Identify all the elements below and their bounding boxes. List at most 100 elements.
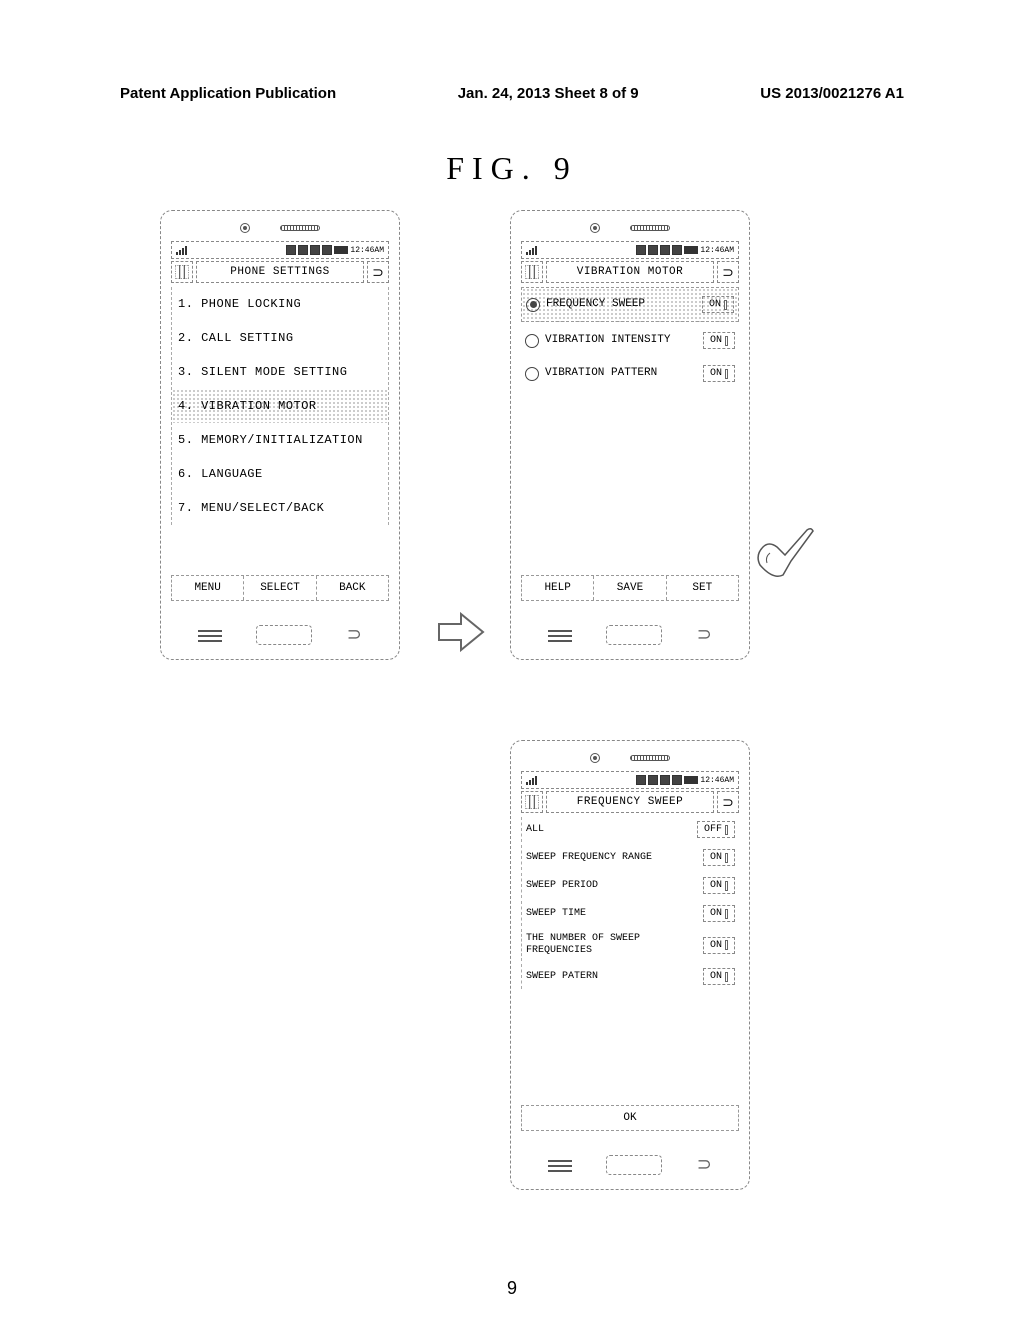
hw-home-button[interactable] (256, 625, 312, 645)
toggle-on[interactable]: ON (703, 905, 735, 922)
status-bar: 12:46AM (521, 771, 739, 789)
back-icon[interactable]: ⊃ (717, 791, 739, 813)
camera-icon (590, 753, 600, 763)
status-bar: 12:46AM (521, 241, 739, 259)
toggle-on[interactable]: ON (703, 849, 735, 866)
phone-top-hardware (161, 211, 399, 239)
help-button[interactable]: HELP (522, 576, 594, 600)
status-time: 12:46AM (700, 246, 734, 255)
screen-title: VIBRATION MOTOR (546, 261, 714, 283)
back-icon[interactable]: ⊃ (367, 261, 389, 283)
menu-button[interactable]: MENU (172, 576, 244, 600)
camera-icon (240, 223, 250, 233)
battery-icon (684, 776, 698, 784)
option-label: SWEEP PATERN (526, 971, 598, 983)
signal-icon (526, 246, 537, 255)
status-icon (310, 245, 320, 255)
back-button[interactable]: BACK (317, 576, 388, 600)
option-label: ALL (526, 824, 544, 836)
arrow-right-icon (435, 610, 487, 664)
option-label: THE NUMBER OF SWEEP FREQUENCIES (526, 933, 703, 957)
menu-grid-icon[interactable] (171, 261, 193, 283)
radio-unchecked-icon (525, 334, 539, 348)
status-icon (298, 245, 308, 255)
set-button[interactable]: SET (667, 576, 738, 600)
option-sweep-pattern[interactable]: SWEEP PATERN ON (521, 964, 739, 989)
status-icon (636, 245, 646, 255)
status-icon (322, 245, 332, 255)
header-center: Jan. 24, 2013 Sheet 8 of 9 (458, 85, 639, 102)
toggle-on[interactable]: ON (703, 332, 735, 349)
status-icon (648, 245, 658, 255)
option-sweep-time[interactable]: SWEEP TIME ON (521, 901, 739, 926)
status-icon (660, 245, 670, 255)
status-icon (672, 775, 682, 785)
menu-grid-icon[interactable] (521, 261, 543, 283)
option-sweep-period[interactable]: SWEEP PERIOD ON (521, 873, 739, 898)
battery-icon (334, 246, 348, 254)
settings-item-silent-mode[interactable]: 3. SILENT MODE SETTING (172, 355, 388, 389)
option-frequency-sweep[interactable]: FREQUENCY SWEEP ON (521, 287, 739, 322)
hw-menu-icon[interactable] (198, 628, 222, 642)
frequency-sweep-screen: 12:46AM FREQUENCY SWEEP ⊃ ALL OFF SWEEP … (510, 740, 750, 1190)
speaker-icon (630, 755, 670, 761)
vibration-motor-screen: 12:46AM VIBRATION MOTOR ⊃ FREQUENCY SWEE… (510, 210, 750, 660)
toggle-off[interactable]: OFF (697, 821, 735, 838)
phone-settings-screen: 12:46AM PHONE SETTINGS ⊃ 1. PHONE LOCKIN… (160, 210, 400, 660)
signal-icon (176, 246, 187, 255)
hw-back-icon[interactable]: ⊃ (697, 1154, 712, 1175)
toggle-on[interactable]: ON (702, 296, 734, 313)
signal-icon (526, 776, 537, 785)
option-label: SWEEP TIME (526, 908, 586, 920)
option-vibration-pattern[interactable]: VIBRATION PATTERN ON (521, 357, 739, 390)
screen-title: PHONE SETTINGS (196, 261, 364, 283)
status-icon (672, 245, 682, 255)
option-all[interactable]: ALL OFF (521, 817, 739, 842)
status-bar: 12:46AM (171, 241, 389, 259)
option-number-sweep-frequencies[interactable]: THE NUMBER OF SWEEP FREQUENCIES ON (521, 929, 739, 961)
status-icon (660, 775, 670, 785)
select-button[interactable]: SELECT (244, 576, 316, 600)
status-icon (648, 775, 658, 785)
radio-checked-icon (526, 298, 540, 312)
header-right: US 2013/0021276 A1 (760, 85, 904, 102)
settings-item-menu-select-back[interactable]: 7. MENU/SELECT/BACK (172, 491, 388, 525)
option-label: VIBRATION INTENSITY (545, 334, 697, 347)
radio-unchecked-icon (525, 367, 539, 381)
menu-grid-icon[interactable] (521, 791, 543, 813)
hw-home-button[interactable] (606, 1155, 662, 1175)
option-label: SWEEP PERIOD (526, 880, 598, 892)
option-label: VIBRATION PATTERN (545, 367, 697, 380)
toggle-on[interactable]: ON (703, 968, 735, 985)
screen-title: FREQUENCY SWEEP (546, 791, 714, 813)
status-time: 12:46AM (350, 246, 384, 255)
status-icon (636, 775, 646, 785)
speaker-icon (280, 225, 320, 231)
toggle-on[interactable]: ON (703, 877, 735, 894)
hw-menu-icon[interactable] (548, 1158, 572, 1172)
figure-label: FIG. 9 (446, 150, 578, 187)
option-vibration-intensity[interactable]: VIBRATION INTENSITY ON (521, 324, 739, 357)
ok-button[interactable]: OK (603, 1106, 656, 1130)
speaker-icon (630, 225, 670, 231)
hw-menu-icon[interactable] (548, 628, 572, 642)
settings-item-language[interactable]: 6. LANGUAGE (172, 457, 388, 491)
toggle-on[interactable]: ON (703, 365, 735, 382)
option-sweep-frequency-range[interactable]: SWEEP FREQUENCY RANGE ON (521, 845, 739, 870)
settings-item-vibration-motor[interactable]: 4. VIBRATION MOTOR (172, 389, 388, 423)
header-left: Patent Application Publication (120, 85, 336, 102)
back-icon[interactable]: ⊃ (717, 261, 739, 283)
toggle-on[interactable]: ON (703, 937, 735, 954)
option-label: FREQUENCY SWEEP (546, 298, 696, 311)
status-icon (286, 245, 296, 255)
camera-icon (590, 223, 600, 233)
hw-back-icon[interactable]: ⊃ (697, 624, 712, 645)
option-label: SWEEP FREQUENCY RANGE (526, 852, 652, 864)
settings-item-call-setting[interactable]: 2. CALL SETTING (172, 321, 388, 355)
hw-back-icon[interactable]: ⊃ (347, 624, 362, 645)
settings-item-memory[interactable]: 5. MEMORY/INITIALIZATION (172, 423, 388, 457)
finger-tap-icon (755, 525, 815, 585)
settings-item-phone-locking[interactable]: 1. PHONE LOCKING (172, 287, 388, 321)
hw-home-button[interactable] (606, 625, 662, 645)
save-button[interactable]: SAVE (594, 576, 666, 600)
